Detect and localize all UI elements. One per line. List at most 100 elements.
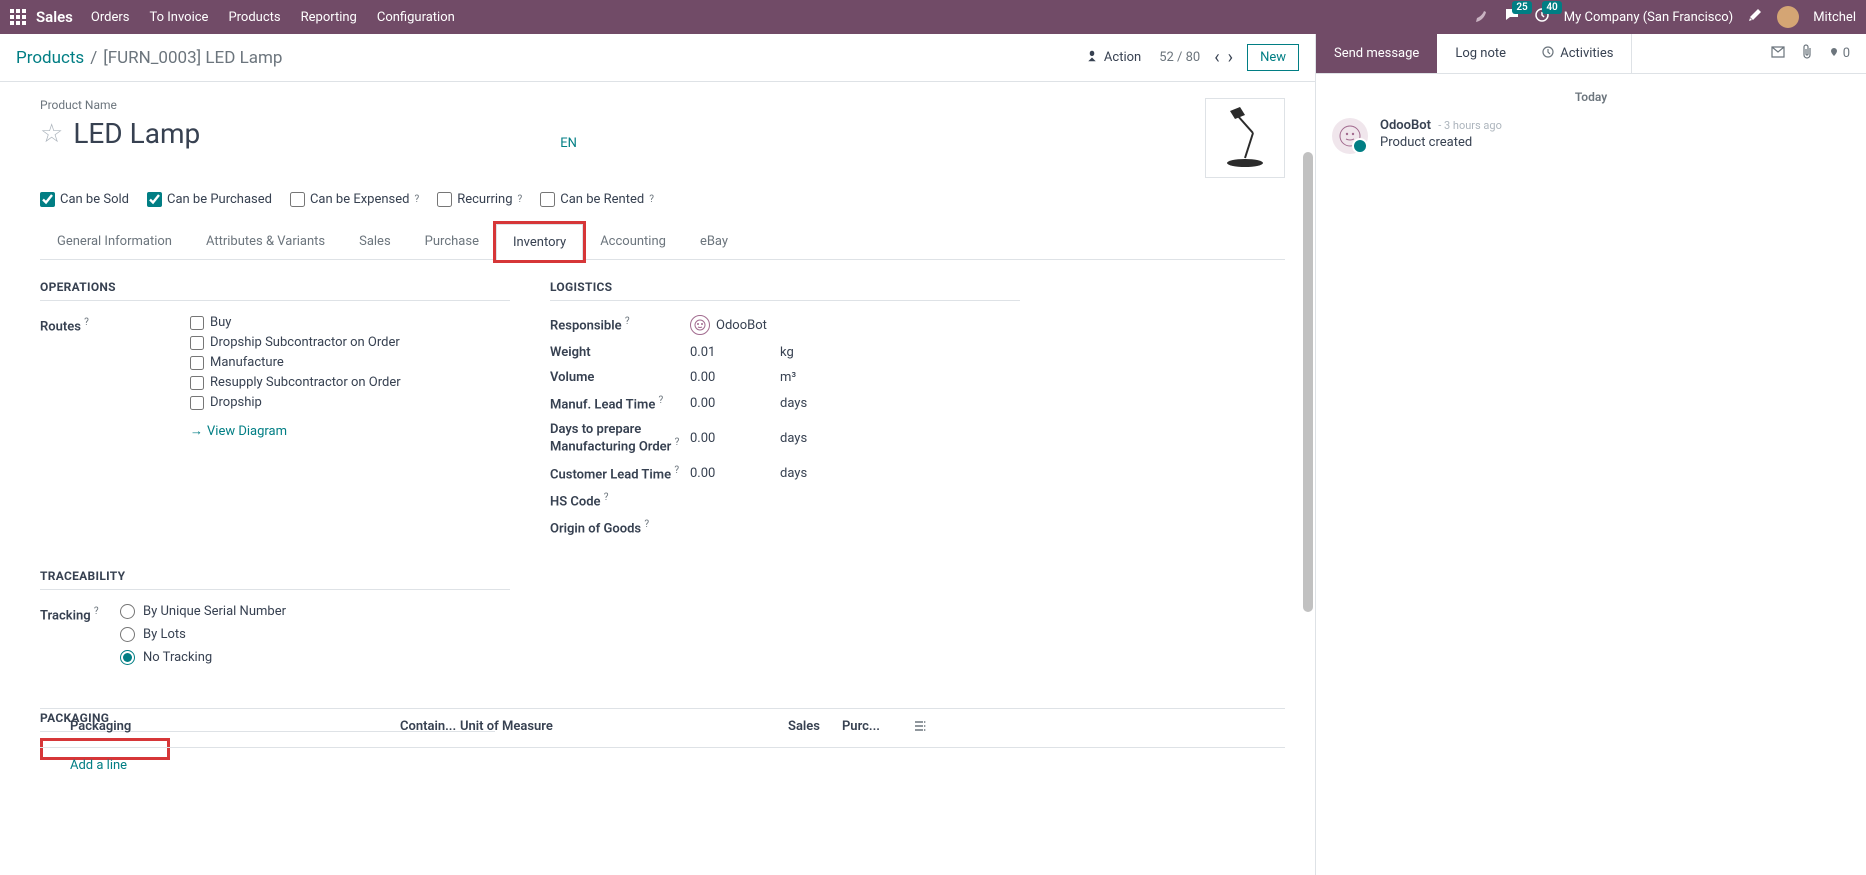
origin-label: Origin of Goods ?	[550, 519, 690, 536]
hs-code-label: HS Code ?	[550, 492, 690, 509]
tracking-serial[interactable]: By Unique Serial Number	[120, 604, 510, 619]
add-line-link[interactable]: Add a line	[40, 748, 1285, 783]
option-can-be-expensed[interactable]: Can be Expensed?	[290, 192, 419, 207]
user-name[interactable]: Mitchel	[1813, 10, 1856, 25]
apps-icon[interactable]	[10, 9, 26, 25]
logistics-unit: days	[780, 431, 807, 446]
responsible-label: Responsible ?	[550, 316, 690, 333]
tab-purchase[interactable]: Purchase	[408, 223, 496, 259]
logistics-label: Weight	[550, 345, 690, 360]
logistics-row: Manuf. Lead Time ?0.00days	[550, 395, 1020, 412]
logistics-value[interactable]: 0.00	[690, 396, 780, 411]
nav-to-invoice[interactable]: To Invoice	[149, 10, 208, 25]
message-time: - 3 hours ago	[1438, 119, 1502, 132]
logistics-label: Customer Lead Time ?	[550, 465, 690, 482]
product-name-label: Product Name	[40, 98, 1205, 112]
pager-prev[interactable]: ‹	[1210, 47, 1223, 68]
operations-title: OPERATIONS	[40, 280, 510, 301]
view-diagram-link[interactable]: → View Diagram	[190, 423, 510, 439]
product-name[interactable]: LED Lamp	[73, 117, 200, 150]
pkg-col-purchase[interactable]: Purc...	[820, 719, 900, 737]
tray-activities-icon[interactable]: 40	[1534, 7, 1550, 27]
route-dropship-sub-on-order[interactable]: Dropship Subcontractor on Order	[190, 335, 510, 350]
tab-inventory[interactable]: Inventory	[496, 224, 583, 260]
logistics-row: Volume0.00m³	[550, 370, 1020, 385]
logistics-row: Weight0.01kg	[550, 345, 1020, 360]
nav-products[interactable]: Products	[228, 10, 280, 25]
tracking-none[interactable]: No Tracking	[120, 650, 510, 665]
routes-label: Routes ?	[40, 315, 190, 439]
activities-badge: 40	[1542, 1, 1561, 14]
log-note-button[interactable]: Log note	[1437, 34, 1524, 73]
breadcrumb-current: [FURN_0003] LED Lamp	[103, 48, 282, 68]
message-avatar-icon	[1332, 118, 1368, 154]
tab-accounting[interactable]: Accounting	[583, 223, 683, 259]
tray-tools-icon[interactable]	[1747, 7, 1763, 27]
pkg-col-packaging[interactable]: Packaging	[40, 719, 400, 737]
tracking-label: Tracking ?	[40, 604, 120, 665]
pkg-col-options-icon[interactable]	[900, 719, 940, 737]
chatter-message: OdooBot - 3 hours ago Product created	[1332, 118, 1850, 154]
chatter-date: Today	[1332, 90, 1850, 104]
option-recurring[interactable]: Recurring?	[437, 192, 522, 207]
logistics-unit: kg	[780, 345, 794, 360]
logistics-row: Days to prepare Manufacturing Order ?0.0…	[550, 422, 1020, 454]
option-can-be-rented[interactable]: Can be Rented?	[540, 192, 654, 207]
logistics-label: Manuf. Lead Time ?	[550, 395, 690, 412]
route-buy[interactable]: Buy	[190, 315, 510, 330]
pkg-col-contains[interactable]: Contain...	[400, 719, 460, 737]
favorite-star-icon[interactable]: ☆	[40, 119, 63, 149]
app-brand[interactable]: Sales	[36, 8, 73, 26]
tray-phone-icon[interactable]	[1474, 7, 1490, 27]
logistics-label: Days to prepare Manufacturing Order ?	[550, 422, 690, 454]
nav-orders[interactable]: Orders	[91, 10, 130, 25]
tab-general-information[interactable]: General Information	[40, 223, 189, 259]
logistics-unit: m³	[780, 370, 796, 385]
activities-button[interactable]: Activities	[1524, 34, 1632, 73]
bot-avatar-icon	[690, 315, 710, 335]
breadcrumb-root[interactable]: Products	[16, 48, 84, 68]
attachment-icon[interactable]	[1800, 44, 1814, 64]
route-resupply-sub-on-order[interactable]: Resupply Subcontractor on Order	[190, 375, 510, 390]
language-badge[interactable]: EN	[560, 136, 577, 151]
logistics-title: LOGISTICS	[550, 280, 1020, 301]
pkg-col-sales[interactable]: Sales	[740, 719, 820, 737]
view-icon[interactable]	[1770, 45, 1786, 63]
logistics-row: Customer Lead Time ?0.00days	[550, 465, 1020, 482]
tracking-lots[interactable]: By Lots	[120, 627, 510, 642]
pager[interactable]: 52 / 80	[1159, 50, 1200, 65]
logistics-unit: days	[780, 396, 807, 411]
scrollbar[interactable]	[1301, 82, 1315, 875]
action-menu[interactable]: Action	[1086, 50, 1142, 65]
route-manufacture[interactable]: Manufacture	[190, 355, 510, 370]
pager-next[interactable]: ›	[1224, 47, 1237, 68]
message-body: Product created	[1380, 135, 1502, 150]
logistics-value[interactable]: 0.00	[690, 370, 780, 385]
followers-button[interactable]: 0	[1828, 46, 1850, 61]
traceability-title: TRACEABILITY	[40, 569, 510, 590]
logistics-value[interactable]: 0.00	[690, 431, 780, 446]
arrow-right-icon: →	[190, 423, 203, 439]
new-button[interactable]: New	[1247, 44, 1299, 71]
nav-configuration[interactable]: Configuration	[377, 10, 455, 25]
tray-messages-icon[interactable]: 25	[1504, 7, 1520, 27]
messages-badge: 25	[1512, 1, 1531, 14]
responsible-value[interactable]: OdooBot	[690, 315, 767, 335]
tab-ebay[interactable]: eBay	[683, 223, 745, 259]
option-can-be-sold[interactable]: Can be Sold	[40, 192, 129, 207]
tab-sales[interactable]: Sales	[342, 223, 408, 259]
route-dropship[interactable]: Dropship	[190, 395, 510, 410]
company-selector[interactable]: My Company (San Francisco)	[1564, 10, 1733, 25]
send-message-button[interactable]: Send message	[1316, 34, 1437, 73]
message-author[interactable]: OdooBot	[1380, 118, 1431, 133]
nav-reporting[interactable]: Reporting	[301, 10, 357, 25]
logistics-value[interactable]: 0.00	[690, 466, 780, 481]
option-can-be-purchased[interactable]: Can be Purchased	[147, 192, 272, 207]
logistics-unit: days	[780, 466, 807, 481]
user-avatar[interactable]	[1777, 6, 1799, 28]
tab-attributes-variants[interactable]: Attributes & Variants	[189, 223, 342, 259]
pkg-col-uom[interactable]: Unit of Measure	[460, 719, 740, 737]
logistics-label: Volume	[550, 370, 690, 385]
logistics-value[interactable]: 0.01	[690, 345, 780, 360]
product-image[interactable]	[1205, 98, 1285, 178]
